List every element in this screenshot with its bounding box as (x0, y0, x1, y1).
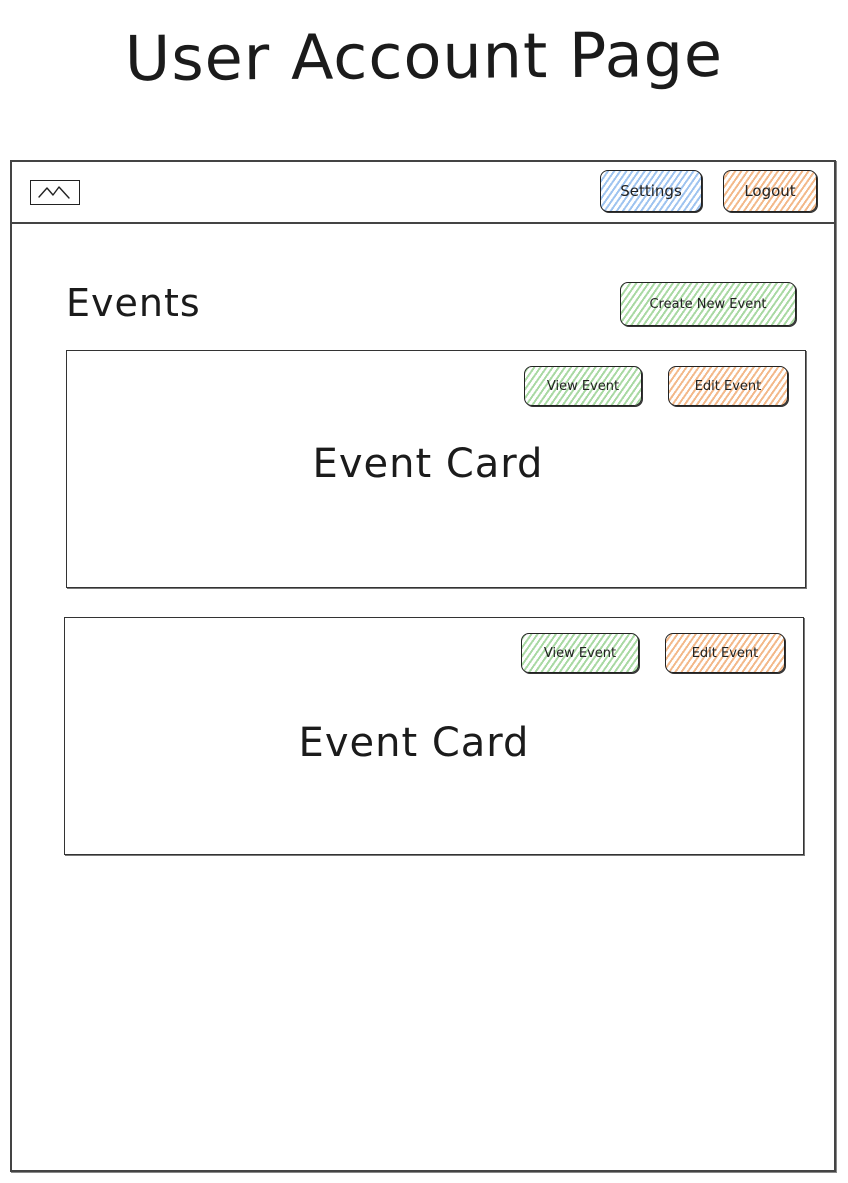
event-card-title: Event Card (312, 441, 544, 487)
settings-button[interactable]: Settings (600, 170, 702, 212)
edit-event-button[interactable]: Edit Event (665, 633, 785, 673)
event-card: View Event Edit Event Event Card (64, 617, 804, 855)
view-event-button[interactable]: View Event (524, 366, 642, 406)
top-nav-bar: Settings Logout (12, 162, 834, 224)
logout-button[interactable]: Logout (723, 170, 817, 212)
event-card: View Event Edit Event Event Card (66, 350, 806, 588)
edit-event-button[interactable]: Edit Event (668, 366, 788, 406)
events-heading: Events (66, 281, 201, 325)
mountain-icon (38, 186, 70, 199)
image-placeholder-icon[interactable] (30, 180, 80, 205)
view-event-button[interactable]: View Event (521, 633, 639, 673)
browser-frame: Settings Logout Events Create New Event … (10, 160, 836, 1172)
event-card-title: Event Card (298, 720, 530, 766)
page-title: User Account Page (124, 17, 724, 96)
create-new-event-button[interactable]: Create New Event (620, 282, 796, 326)
